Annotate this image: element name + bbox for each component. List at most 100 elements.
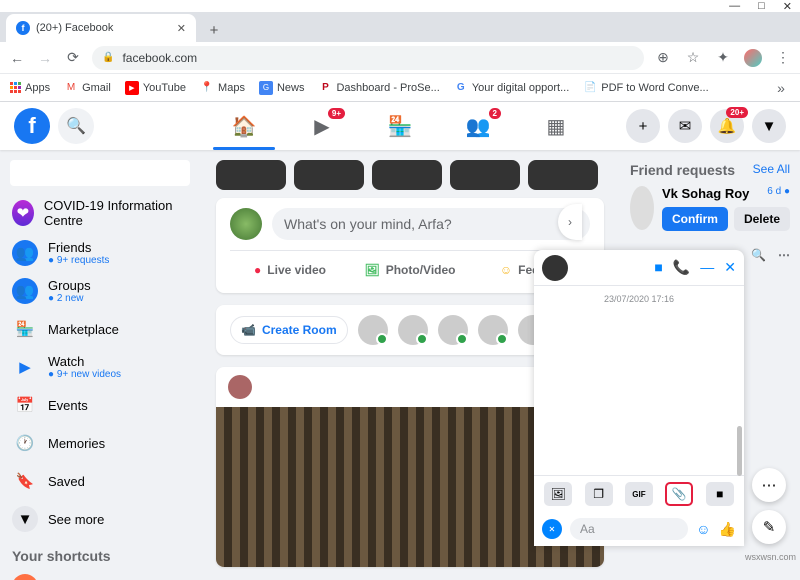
youtube-icon: ▶ <box>125 81 139 95</box>
friend-requests-heading: Friend requests <box>630 162 735 178</box>
chat-options-button[interactable]: ⋯ <box>752 468 786 502</box>
sidebar-item-memories[interactable]: 🕐Memories <box>6 424 194 462</box>
new-tab-button[interactable]: + <box>202 18 226 42</box>
story-card[interactable] <box>216 160 286 190</box>
tab-gaming[interactable]: ▦ <box>521 102 591 150</box>
tab-watch[interactable]: ▶9+ <box>287 102 357 150</box>
camera-icon: ● <box>254 263 261 277</box>
message-input[interactable]: Aa <box>570 518 688 540</box>
search-icon[interactable]: 🔍 <box>751 248 766 262</box>
pinterest-icon: P <box>318 81 332 95</box>
contact-avatar[interactable] <box>398 315 428 345</box>
forward-icon[interactable]: → <box>36 50 54 66</box>
story-card[interactable] <box>294 160 364 190</box>
story-card[interactable] <box>528 160 598 190</box>
create-button[interactable]: + <box>626 109 660 143</box>
story-card[interactable] <box>450 160 520 190</box>
address-bar: ← → ⟳ 🔒 facebook.com ⊕ ☆ ✦ ⋮ <box>0 42 800 74</box>
chevron-down-icon: ▼ <box>12 506 38 532</box>
confirm-button[interactable]: Confirm <box>662 207 728 231</box>
facebook-header: f 🔍 🏠 ▶9+ 🏪 👥2 ▦ + ✉ 🔔20+ ▼ <box>0 102 800 150</box>
marketplace-icon: 🏪 <box>12 316 38 342</box>
reload-icon[interactable]: ⟳ <box>64 49 82 66</box>
contact-avatar[interactable] <box>358 315 388 345</box>
star-icon[interactable]: ☆ <box>684 49 702 66</box>
options-icon[interactable]: ⋯ <box>778 248 790 262</box>
tab-marketplace[interactable]: 🏪 <box>365 102 435 150</box>
chat-header[interactable]: ■ 📞 — ✕ <box>534 250 744 286</box>
shield-icon: ❤ <box>12 200 34 226</box>
create-room-button[interactable]: 📹Create Room <box>230 316 348 344</box>
bookmarks-overflow-icon[interactable]: » <box>772 80 790 96</box>
like-icon[interactable]: 👍 <box>719 521 736 538</box>
camera-tool[interactable]: ■ <box>706 482 734 506</box>
extensions-icon[interactable]: ✦ <box>714 49 732 66</box>
minimize-icon[interactable]: — <box>729 0 740 12</box>
sidebar-item-groups[interactable]: 👥Groups● 2 new <box>6 272 194 310</box>
search-button[interactable]: 🔍 <box>58 108 94 144</box>
sticker-icon: ❐ <box>593 487 604 501</box>
browser-tab[interactable]: f (20+) Facebook ✕ <box>6 14 196 42</box>
maps-bookmark[interactable]: 📍Maps <box>200 81 245 95</box>
requester-avatar[interactable] <box>630 186 654 230</box>
apps-bookmark[interactable]: Apps <box>10 82 50 94</box>
sidebar-item-watch[interactable]: ▶Watch● 9+ new videos <box>6 348 194 386</box>
facebook-logo[interactable]: f <box>14 108 50 144</box>
close-chat-icon[interactable]: ✕ <box>724 259 736 276</box>
photo-tool[interactable]: 🖼 <box>544 482 572 506</box>
sticker-tool[interactable]: ❐ <box>585 482 613 506</box>
photo-video-button[interactable]: 🖼Photo/Video <box>350 257 470 283</box>
new-message-button[interactable]: ✎ <box>752 510 786 544</box>
composer-input[interactable]: What's on your mind, Arfa? <box>272 208 590 240</box>
messenger-button[interactable]: ✉ <box>668 109 702 143</box>
live-video-button[interactable]: ●Live video <box>230 257 350 283</box>
gmail-icon: M <box>64 81 78 95</box>
video-call-icon[interactable]: ■ <box>654 259 662 276</box>
audio-call-icon[interactable]: 📞 <box>673 259 690 276</box>
see-all-link[interactable]: See All <box>753 162 790 178</box>
close-input-button[interactable]: + <box>538 515 566 543</box>
contact-avatar[interactable] <box>478 315 508 345</box>
minimize-chat-icon[interactable]: — <box>700 259 714 276</box>
emoji-icon[interactable]: ☺ <box>696 521 710 538</box>
sidebar-item-seemore[interactable]: ▼See more <box>6 500 194 538</box>
profile-avatar[interactable] <box>744 49 762 67</box>
url-text: facebook.com <box>122 51 197 65</box>
attachment-tool[interactable]: 📎 <box>665 482 693 506</box>
sidebar-item-events[interactable]: 📅Events <box>6 386 194 424</box>
sidebar-item-marketplace[interactable]: 🏪Marketplace <box>6 310 194 348</box>
gmail-bookmark[interactable]: MGmail <box>64 81 111 95</box>
sidebar-item-saved[interactable]: 🔖Saved <box>6 462 194 500</box>
groups-icon: 👥 <box>12 278 38 304</box>
tab-home[interactable]: 🏠 <box>209 102 279 150</box>
notifications-button[interactable]: 🔔20+ <box>710 109 744 143</box>
close-icon[interactable]: ✕ <box>783 0 792 13</box>
tab-groups[interactable]: 👥2 <box>443 102 513 150</box>
sidebar-item-covid[interactable]: ❤COVID-19 Information Centre <box>6 192 194 234</box>
camera-icon: ■ <box>716 487 723 501</box>
menu-icon[interactable]: ⋮ <box>774 49 792 66</box>
requester-name[interactable]: Vk Sohag Roy <box>662 186 749 201</box>
delete-button[interactable]: Delete <box>734 207 790 231</box>
maximize-icon[interactable]: □ <box>758 0 765 12</box>
zoom-icon[interactable]: ⊕ <box>654 49 672 66</box>
sidebar-item-friends[interactable]: 👥Friends● 9+ requests <box>6 234 194 272</box>
pinterest-bookmark[interactable]: PDashboard - ProSe... <box>318 81 439 95</box>
contact-avatar[interactable] <box>438 315 468 345</box>
story-card[interactable] <box>372 160 442 190</box>
google-bookmark[interactable]: GYour digital opport... <box>454 81 569 95</box>
shortcut-avatar: S <box>12 574 38 580</box>
scrollbar[interactable] <box>737 426 742 476</box>
account-button[interactable]: ▼ <box>752 109 786 143</box>
chat-avatar[interactable] <box>542 255 568 281</box>
back-icon[interactable]: ← <box>8 50 26 66</box>
post-author-avatar[interactable] <box>228 375 252 399</box>
gif-tool[interactable]: GIF <box>625 482 653 506</box>
url-input[interactable]: 🔒 facebook.com <box>92 46 644 70</box>
user-avatar[interactable] <box>230 208 262 240</box>
tab-close-icon[interactable]: ✕ <box>177 22 186 35</box>
shortcut-item[interactable]: Ssuccess_ful_ <box>6 568 194 580</box>
news-bookmark[interactable]: GNews <box>259 81 305 95</box>
youtube-bookmark[interactable]: ▶YouTube <box>125 81 186 95</box>
pdf-bookmark[interactable]: 📄PDF to Word Conve... <box>583 81 708 95</box>
